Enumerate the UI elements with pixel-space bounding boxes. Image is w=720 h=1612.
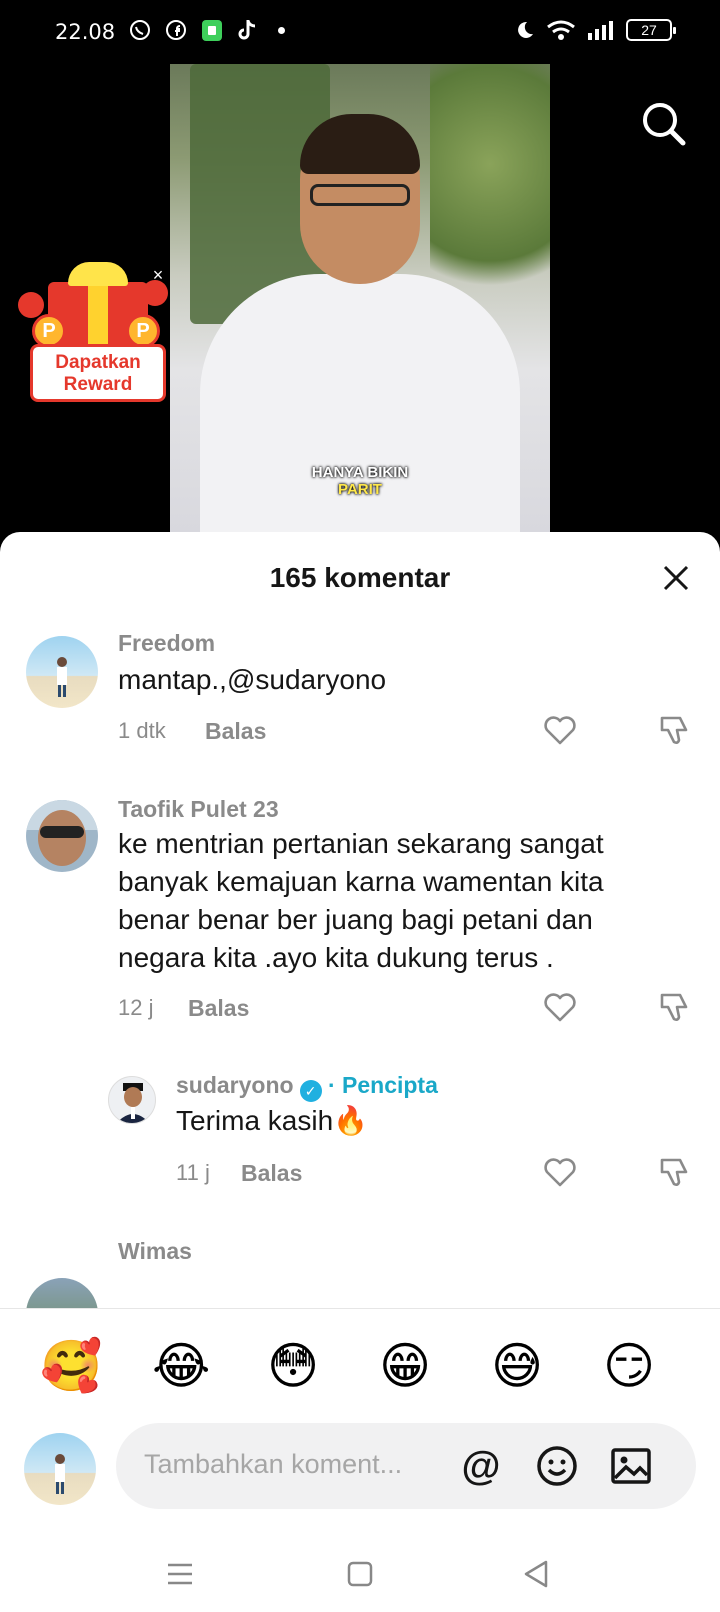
avatar[interactable] xyxy=(108,1076,156,1124)
video-caption: HANYA BIKIN PARIT xyxy=(170,464,550,498)
nav-back-button[interactable] xyxy=(516,1554,556,1594)
comment-input-placeholder: Tambahkan koment... xyxy=(144,1449,403,1479)
more-notifications-dot xyxy=(278,26,285,34)
comment-text: mantap.,@sudaryono xyxy=(118,664,387,695)
emoji-button[interactable]: 🥰 xyxy=(40,1337,102,1395)
whatsapp-icon xyxy=(128,18,152,42)
dislike-button[interactable] xyxy=(658,1154,694,1190)
reward-label: Dapatkan Reward xyxy=(30,344,166,402)
reply-button[interactable]: Balas xyxy=(241,1160,302,1187)
comment-time: 1 dtk xyxy=(118,718,166,743)
my-avatar xyxy=(24,1433,96,1505)
comment-text-line: ke mentrian pertanian sekarang sangat xyxy=(118,828,604,859)
comment-author-name[interactable]: sudaryono xyxy=(176,1072,294,1098)
status-system-icons: 27 xyxy=(512,18,676,42)
facebook-icon xyxy=(164,18,188,42)
mention-button[interactable]: @ xyxy=(458,1443,504,1489)
like-button[interactable] xyxy=(542,712,578,748)
comment-input[interactable]: Tambahkan koment... @ xyxy=(116,1423,696,1509)
reward-close-button[interactable]: × xyxy=(148,265,168,285)
gift-bow xyxy=(68,262,128,286)
emoji-button[interactable]: 😁 xyxy=(376,1337,434,1395)
search-icon xyxy=(643,103,686,146)
at-icon: @ xyxy=(461,1443,501,1488)
video-caption-line2: PARIT xyxy=(338,481,382,498)
avatar[interactable] xyxy=(26,800,98,872)
comment-text-line: banyak kemajuan karna wamentan kita xyxy=(118,866,604,897)
comment-author[interactable]: Freedom xyxy=(118,630,215,657)
verified-badge-icon: ✓ xyxy=(299,1080,322,1102)
square-home-icon xyxy=(347,1561,373,1587)
system-nav-bar xyxy=(0,1536,720,1612)
thumbs-down-icon xyxy=(660,1158,688,1186)
close-icon xyxy=(663,565,689,591)
reward-coin-icon: P xyxy=(126,314,160,348)
video-person-glasses xyxy=(310,184,410,206)
reward-coin-icon: P xyxy=(32,314,66,348)
comment-text: Terima kasih🔥 xyxy=(176,1105,369,1136)
thumbs-down-icon xyxy=(660,993,688,1021)
reward-label-line1: Dapatkan xyxy=(55,352,141,373)
thumbs-down-icon xyxy=(660,716,688,744)
emoji-button[interactable]: 😏 xyxy=(600,1337,658,1395)
like-button[interactable] xyxy=(542,1154,578,1190)
tiktok-icon xyxy=(236,18,260,42)
reward-label-line2: Reward xyxy=(63,374,133,395)
heart-icon xyxy=(544,716,576,745)
comment-author[interactable]: Taofik Pulet 23 xyxy=(118,796,279,823)
app-icon xyxy=(200,18,224,42)
heart-icon xyxy=(544,993,576,1022)
comment-time: 12 j xyxy=(118,995,154,1020)
status-bar: 22.08 27 xyxy=(0,0,720,64)
heart-icon xyxy=(544,1158,576,1187)
emoji-picker-button[interactable] xyxy=(534,1443,580,1489)
dislike-button[interactable] xyxy=(658,989,694,1025)
comment-author[interactable]: Wimas xyxy=(118,1238,192,1265)
search-button[interactable] xyxy=(640,100,688,148)
dislike-button[interactable] xyxy=(658,712,694,748)
image-icon xyxy=(611,1448,651,1484)
reply-button[interactable]: Balas xyxy=(188,995,249,1022)
reward-balloon-left xyxy=(18,292,44,318)
status-notification-icons xyxy=(128,18,285,42)
nav-home-button[interactable] xyxy=(340,1554,380,1594)
close-comments-button[interactable] xyxy=(660,562,692,594)
battery-indicator: 27 xyxy=(626,19,676,41)
quick-emoji-row: 🥰 😂 😳 😁 😅 😏 xyxy=(0,1337,720,1397)
status-time: 22.08 xyxy=(55,20,116,44)
nav-menu-button[interactable] xyxy=(160,1554,200,1594)
creator-badge: · Pencipta xyxy=(327,1072,438,1098)
image-attach-button[interactable] xyxy=(608,1443,654,1489)
comment-text-line: benar benar ber juang bagi petani dan xyxy=(118,904,593,935)
emoji-button[interactable]: 😳 xyxy=(264,1337,322,1395)
comment-author: sudaryono ✓ · Pencipta xyxy=(176,1072,438,1102)
emoji-button[interactable]: 😂 xyxy=(152,1337,210,1395)
menu-icon xyxy=(168,1563,192,1585)
smiley-icon xyxy=(537,1446,577,1486)
video-player[interactable]: HANYA BIKIN PARIT xyxy=(170,64,550,534)
like-button[interactable] xyxy=(542,989,578,1025)
avatar[interactable] xyxy=(26,636,98,708)
wifi-icon xyxy=(546,18,576,42)
video-caption-line1: HANYA BIKIN xyxy=(311,464,409,481)
emoji-button[interactable]: 😅 xyxy=(488,1337,546,1395)
comment-time: 11 j xyxy=(176,1160,210,1185)
comments-title: 165 komentar xyxy=(269,562,451,593)
reply-button[interactable]: Balas xyxy=(205,718,266,745)
moon-icon xyxy=(512,18,536,42)
signal-icon xyxy=(586,18,616,42)
back-triangle-icon xyxy=(524,1560,548,1588)
video-background-plant xyxy=(430,64,550,314)
comment-text-line: negara kita .ayo kita dukung terus . xyxy=(118,942,554,973)
